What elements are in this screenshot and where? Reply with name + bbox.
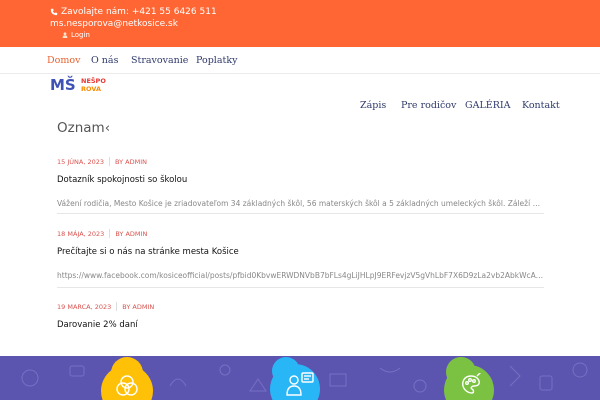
- post-divider: [57, 287, 544, 288]
- venn-icon: [116, 375, 138, 396]
- post-meta: 19 MARCA, 2023 BY ADMIN: [57, 302, 544, 311]
- nav-item-pre-rodicov[interactable]: Pre rodičov: [401, 100, 456, 111]
- nav-item-stravovanie[interactable]: Stravovanie: [131, 55, 188, 66]
- phone-text: Zavolajte nám: +421 55 6426 511: [61, 7, 217, 17]
- post-date[interactable]: 18 MÁJA, 2023: [57, 230, 104, 238]
- post-title[interactable]: Darovanie 2% daní: [57, 320, 544, 330]
- nav-item-zapis[interactable]: Zápis: [360, 100, 386, 111]
- nav-item-o-nas[interactable]: O nás: [91, 55, 118, 66]
- svg-text:ROVA: ROVA: [81, 85, 101, 93]
- teacher-board-icon: [286, 372, 314, 396]
- nav-item-kontakt[interactable]: Kontakt: [522, 100, 560, 111]
- palette-icon: [462, 373, 481, 394]
- post-excerpt: Vážení rodičia, Mesto Košice je zriadova…: [57, 199, 544, 208]
- post-date[interactable]: 15 JÚNA, 2023: [57, 158, 104, 166]
- phone-icon: [50, 8, 58, 16]
- post-title[interactable]: Dotazník spokojnosti so školou: [57, 175, 544, 185]
- meta-divider: [116, 302, 118, 311]
- phone-contact[interactable]: Zavolajte nám: +421 55 6426 511: [50, 7, 217, 17]
- meta-divider: [109, 157, 110, 166]
- post-divider: [57, 213, 544, 214]
- features-band: [0, 356, 600, 400]
- post-date[interactable]: 19 MARCA, 2023: [57, 303, 111, 311]
- primary-nav: Domov O nás Stravovanie Poplatky: [0, 47, 600, 74]
- user-icon: [62, 32, 68, 38]
- nav-item-domov[interactable]: Domov: [47, 55, 80, 66]
- post-item: 15 JÚNA, 2023 BY ADMIN Dotazník spokojno…: [57, 157, 544, 208]
- site-logo[interactable]: MŠ NEŠPO ROVA: [50, 75, 108, 95]
- nav-item-poplatky[interactable]: Poplatky: [196, 55, 237, 66]
- post-excerpt: https://www.facebook.com/kosiceofficial/…: [57, 271, 544, 280]
- top-bar: Zavolajte nám: +421 55 6426 511 ms.nespo…: [0, 0, 600, 47]
- login-label: Login: [71, 31, 90, 39]
- post-meta: 18 MÁJA, 2023 BY ADMIN: [57, 229, 544, 238]
- post-item: 18 MÁJA, 2023 BY ADMIN Prečítajte si o n…: [57, 229, 544, 280]
- page-title: Oznam‹: [57, 120, 111, 136]
- svg-text:MŠ: MŠ: [50, 75, 76, 94]
- post-meta: 15 JÚNA, 2023 BY ADMIN: [57, 157, 544, 166]
- post-author[interactable]: BY ADMIN: [115, 230, 147, 238]
- login-link[interactable]: Login: [62, 31, 90, 39]
- post-title[interactable]: Prečítajte si o nás na stránke mesta Koš…: [57, 247, 544, 257]
- meta-divider: [109, 229, 111, 238]
- post-item: 19 MARCA, 2023 BY ADMIN Darovanie 2% dan…: [57, 302, 544, 330]
- svg-text:NEŠPO: NEŠPO: [81, 76, 106, 85]
- nav-item-galeria[interactable]: GALÉRIA: [465, 100, 510, 111]
- post-author[interactable]: BY ADMIN: [115, 158, 147, 166]
- email-link[interactable]: ms.nesporova@netkosice.sk: [50, 19, 178, 29]
- post-author[interactable]: BY ADMIN: [122, 303, 154, 311]
